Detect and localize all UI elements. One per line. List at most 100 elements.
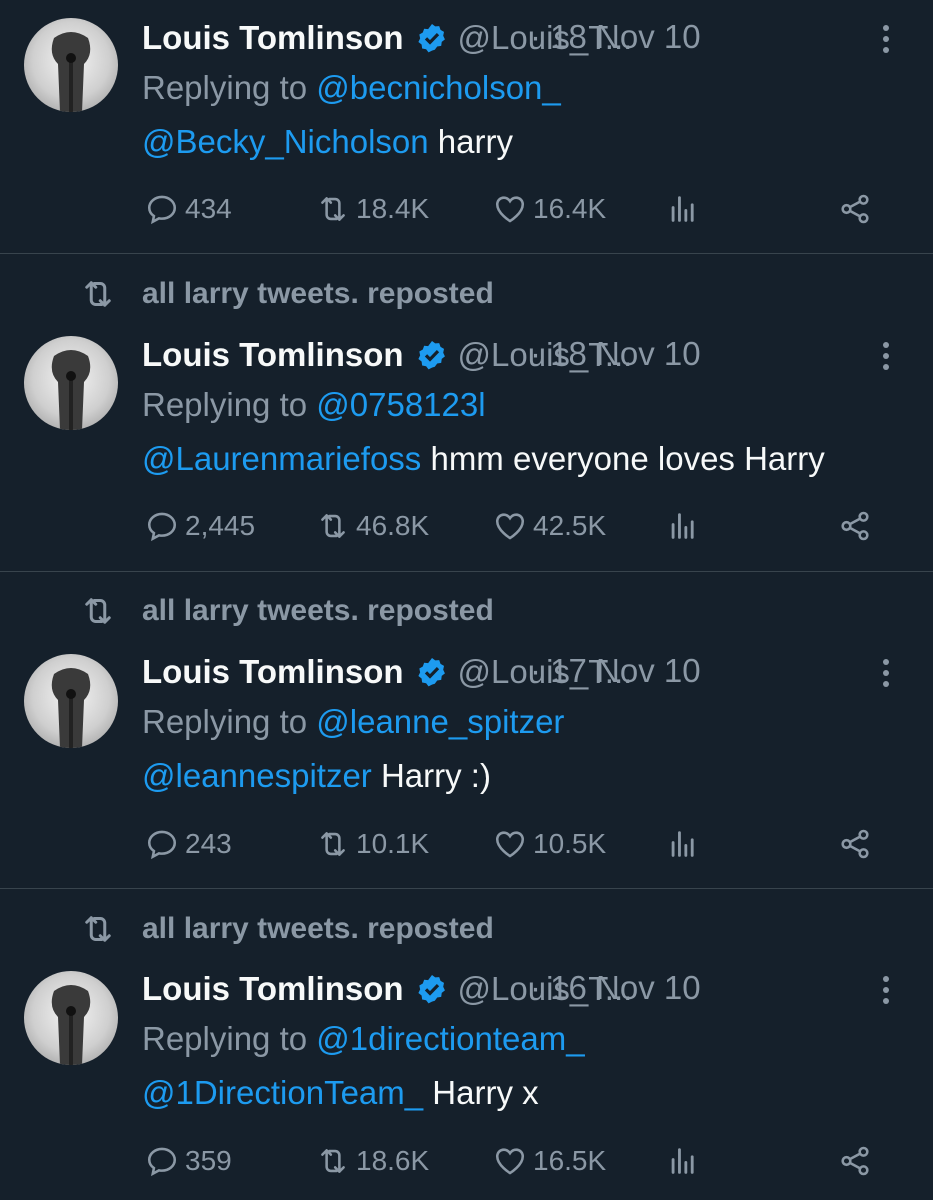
tweet-date[interactable]: · 16 Nov 10 (530, 969, 701, 1007)
like-button[interactable]: 10.5K (493, 822, 606, 866)
action-bar: 2,445 46.8K 42.5K (0, 504, 933, 548)
views-icon (671, 1148, 694, 1174)
tweet-text: @leannespitzer Harry :) (142, 754, 491, 798)
reply-button[interactable]: 359 (145, 1139, 232, 1183)
repost-button[interactable]: 18.4K (316, 187, 429, 231)
replying-to-label: Replying to (142, 703, 317, 740)
replying-to: Replying to @becnicholson_ (142, 66, 561, 110)
action-bar: 243 10.1K 10.5K (0, 822, 933, 866)
repost-button[interactable]: 18.6K (316, 1139, 429, 1183)
tweet-divider (0, 571, 933, 572)
share-icon (841, 829, 869, 859)
reply-button[interactable]: 434 (145, 187, 232, 231)
verified-badge-icon (417, 24, 445, 53)
repost-icon (321, 832, 345, 856)
replying-to-link[interactable]: @0758123l (316, 386, 485, 423)
repost-icon (85, 598, 111, 624)
replying-to-label: Replying to (142, 386, 317, 423)
repost-count: 18.4K (356, 193, 430, 224)
reply-count: 2,445 (185, 510, 256, 541)
reply-icon (147, 195, 177, 225)
reply-button[interactable]: 243 (145, 822, 232, 866)
verified-badge-icon (417, 341, 445, 370)
like-button[interactable]: 16.5K (493, 1139, 606, 1183)
views-icon (671, 196, 694, 222)
tweet-date[interactable]: · 18 Nov 10 (530, 18, 701, 56)
like-button[interactable]: 42.5K (493, 504, 606, 548)
mention-link[interactable]: @leannespitzer (142, 757, 372, 794)
more-options-icon[interactable] (878, 975, 894, 1005)
heart-icon (495, 831, 525, 858)
share-button[interactable] (838, 822, 878, 866)
repost-button[interactable]: 46.8K (316, 504, 429, 548)
views-icon (671, 513, 694, 539)
views-icon (671, 831, 694, 857)
replying-to-label: Replying to (142, 69, 317, 106)
like-count: 16.5K (533, 1145, 607, 1176)
author-name[interactable]: Louis Tomlinson (142, 970, 404, 1008)
heart-icon (495, 1148, 525, 1175)
like-count: 16.4K (533, 193, 607, 224)
replying-to-link[interactable]: @leanne_spitzer (316, 703, 564, 740)
mention-link[interactable]: @Laurenmariefoss (142, 440, 421, 477)
more-options-icon[interactable] (878, 658, 894, 688)
share-icon (841, 511, 869, 541)
share-icon (841, 194, 869, 224)
reply-icon (147, 512, 177, 542)
reposted-by-label: all larry tweets. reposted (142, 594, 494, 627)
share-button[interactable] (838, 187, 878, 231)
reposted-by[interactable]: all larry tweets. reposted (80, 591, 494, 631)
repost-icon (321, 1149, 345, 1173)
views-button[interactable] (666, 504, 706, 548)
repost-count: 46.8K (356, 510, 430, 541)
more-options-icon[interactable] (878, 24, 894, 54)
replying-to: Replying to @leanne_spitzer (142, 700, 564, 744)
mention-link[interactable]: @Becky_Nicholson (142, 123, 429, 160)
repost-button[interactable]: 10.1K (316, 822, 429, 866)
heart-icon (495, 513, 525, 540)
replying-to-link[interactable]: @1directionteam_ (316, 1020, 584, 1057)
views-button[interactable] (666, 1139, 706, 1183)
avatar[interactable] (24, 18, 118, 112)
verified-badge-icon (417, 658, 445, 687)
tweet-date[interactable]: · 18 Nov 10 (530, 335, 701, 373)
reposted-by[interactable]: all larry tweets. reposted (80, 274, 494, 314)
repost-count: 18.6K (356, 1145, 430, 1176)
tweet-divider (0, 253, 933, 254)
tweet-text: @1DirectionTeam_ Harry x (142, 1071, 539, 1115)
repost-icon (321, 514, 345, 538)
author-name[interactable]: Louis Tomlinson (142, 653, 404, 691)
tweet-body: hmm everyone loves Harry (421, 440, 825, 477)
tweet-text: @Becky_Nicholson harry (142, 120, 513, 164)
reposted-by[interactable]: all larry tweets. reposted (80, 909, 494, 949)
action-bar: 359 18.6K 16.5K (0, 1139, 933, 1183)
replying-to-label: Replying to (142, 1020, 317, 1057)
repost-icon (85, 916, 111, 942)
tweet-divider (0, 888, 933, 889)
share-button[interactable] (838, 504, 878, 548)
reply-icon (147, 830, 177, 860)
share-button[interactable] (838, 1139, 878, 1183)
tweet-body: harry (428, 123, 513, 160)
repost-count: 10.1K (356, 828, 430, 859)
like-count: 42.5K (533, 510, 607, 541)
tweet-body: Harry x (423, 1074, 539, 1111)
more-options-icon[interactable] (878, 341, 894, 371)
author-name[interactable]: Louis Tomlinson (142, 19, 404, 57)
repost-icon (321, 197, 345, 221)
views-button[interactable] (666, 822, 706, 866)
avatar[interactable] (24, 971, 118, 1065)
verified-badge-icon (417, 975, 445, 1004)
author-name[interactable]: Louis Tomlinson (142, 336, 404, 374)
tweet-date[interactable]: · 17 Nov 10 (530, 652, 701, 690)
mention-link[interactable]: @1DirectionTeam_ (142, 1074, 423, 1111)
action-bar: 434 18.4K 16.4K (0, 187, 933, 231)
reply-count: 359 (185, 1145, 232, 1176)
avatar[interactable] (24, 336, 118, 430)
avatar[interactable] (24, 654, 118, 748)
reposted-by-label: all larry tweets. reposted (142, 277, 494, 310)
replying-to-link[interactable]: @becnicholson_ (316, 69, 561, 106)
views-button[interactable] (666, 187, 706, 231)
reply-button[interactable]: 2,445 (145, 504, 255, 548)
like-button[interactable]: 16.4K (493, 187, 606, 231)
